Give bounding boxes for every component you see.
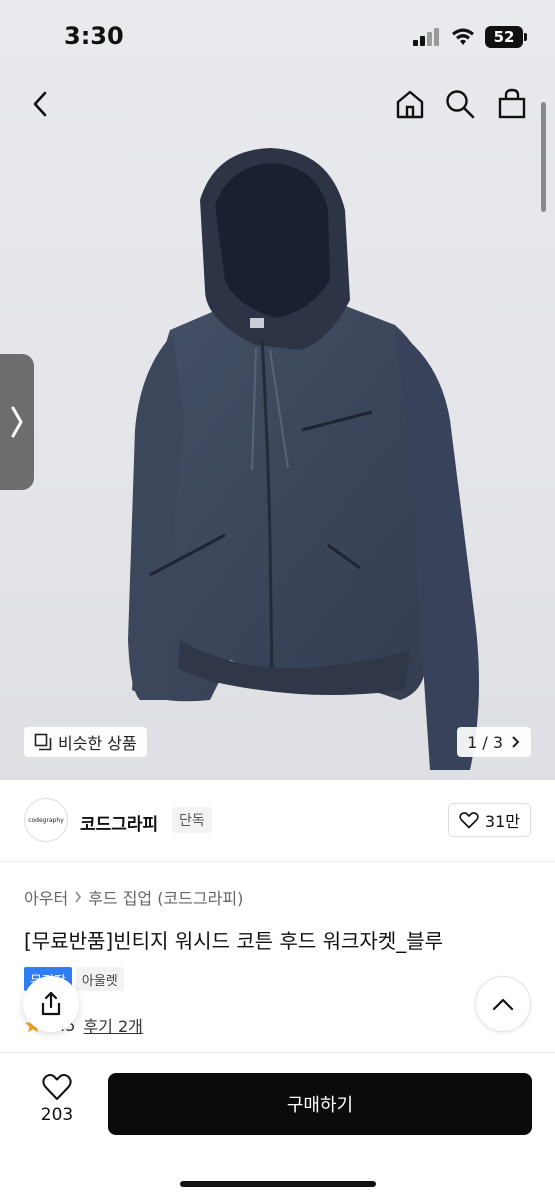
wishlist-button[interactable]: 203: [24, 1073, 90, 1137]
wishlist-count: 203: [40, 1105, 74, 1125]
store-logo[interactable]: codegraphy: [24, 798, 68, 842]
search-button[interactable]: [438, 78, 482, 130]
share-button[interactable]: [23, 976, 79, 1032]
page-counter-text: 1 / 3: [467, 732, 503, 752]
shopping-bag-icon: [498, 88, 526, 119]
bottom-action-bar: 203 구매하기: [0, 1052, 555, 1200]
breadcrumb-level2[interactable]: 후드 집업 (코드그라피): [88, 885, 243, 909]
breadcrumb: 아우터 후드 집업 (코드그라피): [24, 885, 243, 909]
chevron-right-icon: [75, 891, 82, 903]
battery-indicator: 52: [485, 26, 527, 48]
side-drawer-tab[interactable]: [0, 354, 34, 490]
review-link[interactable]: 후기 2개: [83, 1013, 142, 1037]
similar-items-icon: [34, 733, 52, 751]
scroll-top-button[interactable]: [475, 976, 531, 1032]
store-row: codegraphy 코드그라피 단독 31만: [0, 780, 555, 862]
signal-icon: [413, 28, 439, 46]
product-title: [무료반품]빈티지 워시드 코튼 후드 워크자켓_블루: [24, 929, 444, 953]
image-page-counter[interactable]: 1 / 3: [457, 727, 531, 757]
chevron-up-icon: [492, 998, 514, 1011]
home-button[interactable]: [388, 78, 432, 130]
home-indicator: [180, 1181, 376, 1187]
buy-button[interactable]: 구매하기: [108, 1073, 532, 1135]
status-icons: 52: [413, 26, 527, 48]
scrollbar[interactable]: [541, 102, 546, 212]
status-bar: 3:30 52: [0, 0, 555, 70]
similar-products-button[interactable]: 비슷한 상품: [24, 727, 147, 757]
chevron-right-icon: [11, 406, 23, 438]
store-like-count: 31만: [484, 812, 520, 831]
status-time: 3:30: [64, 22, 124, 50]
product-image[interactable]: 3:30 52 비슷한 상품 1 / 3: [0, 0, 555, 780]
exclusive-badge: 단독: [172, 807, 212, 833]
battery-level: 52: [493, 28, 515, 46]
home-icon: [396, 90, 424, 119]
search-icon: [446, 90, 475, 119]
back-button[interactable]: [18, 78, 62, 130]
store-like-button[interactable]: 31만: [447, 803, 531, 837]
chevron-right-small-icon: [512, 736, 520, 748]
wifi-icon: [452, 28, 474, 45]
tag-secondary: 아울렛: [75, 967, 124, 991]
chevron-left-icon: [33, 91, 47, 117]
heart-icon: [42, 1074, 72, 1100]
similar-products-label: 비슷한 상품: [58, 734, 137, 753]
heart-icon: [459, 812, 479, 829]
share-icon: [41, 991, 61, 1016]
top-navigation: [0, 78, 555, 134]
cart-button[interactable]: [490, 78, 534, 130]
breadcrumb-level1[interactable]: 아우터: [24, 885, 68, 909]
store-logo-text: codegraphy: [28, 816, 64, 824]
store-name[interactable]: 코드그라피: [80, 810, 158, 835]
